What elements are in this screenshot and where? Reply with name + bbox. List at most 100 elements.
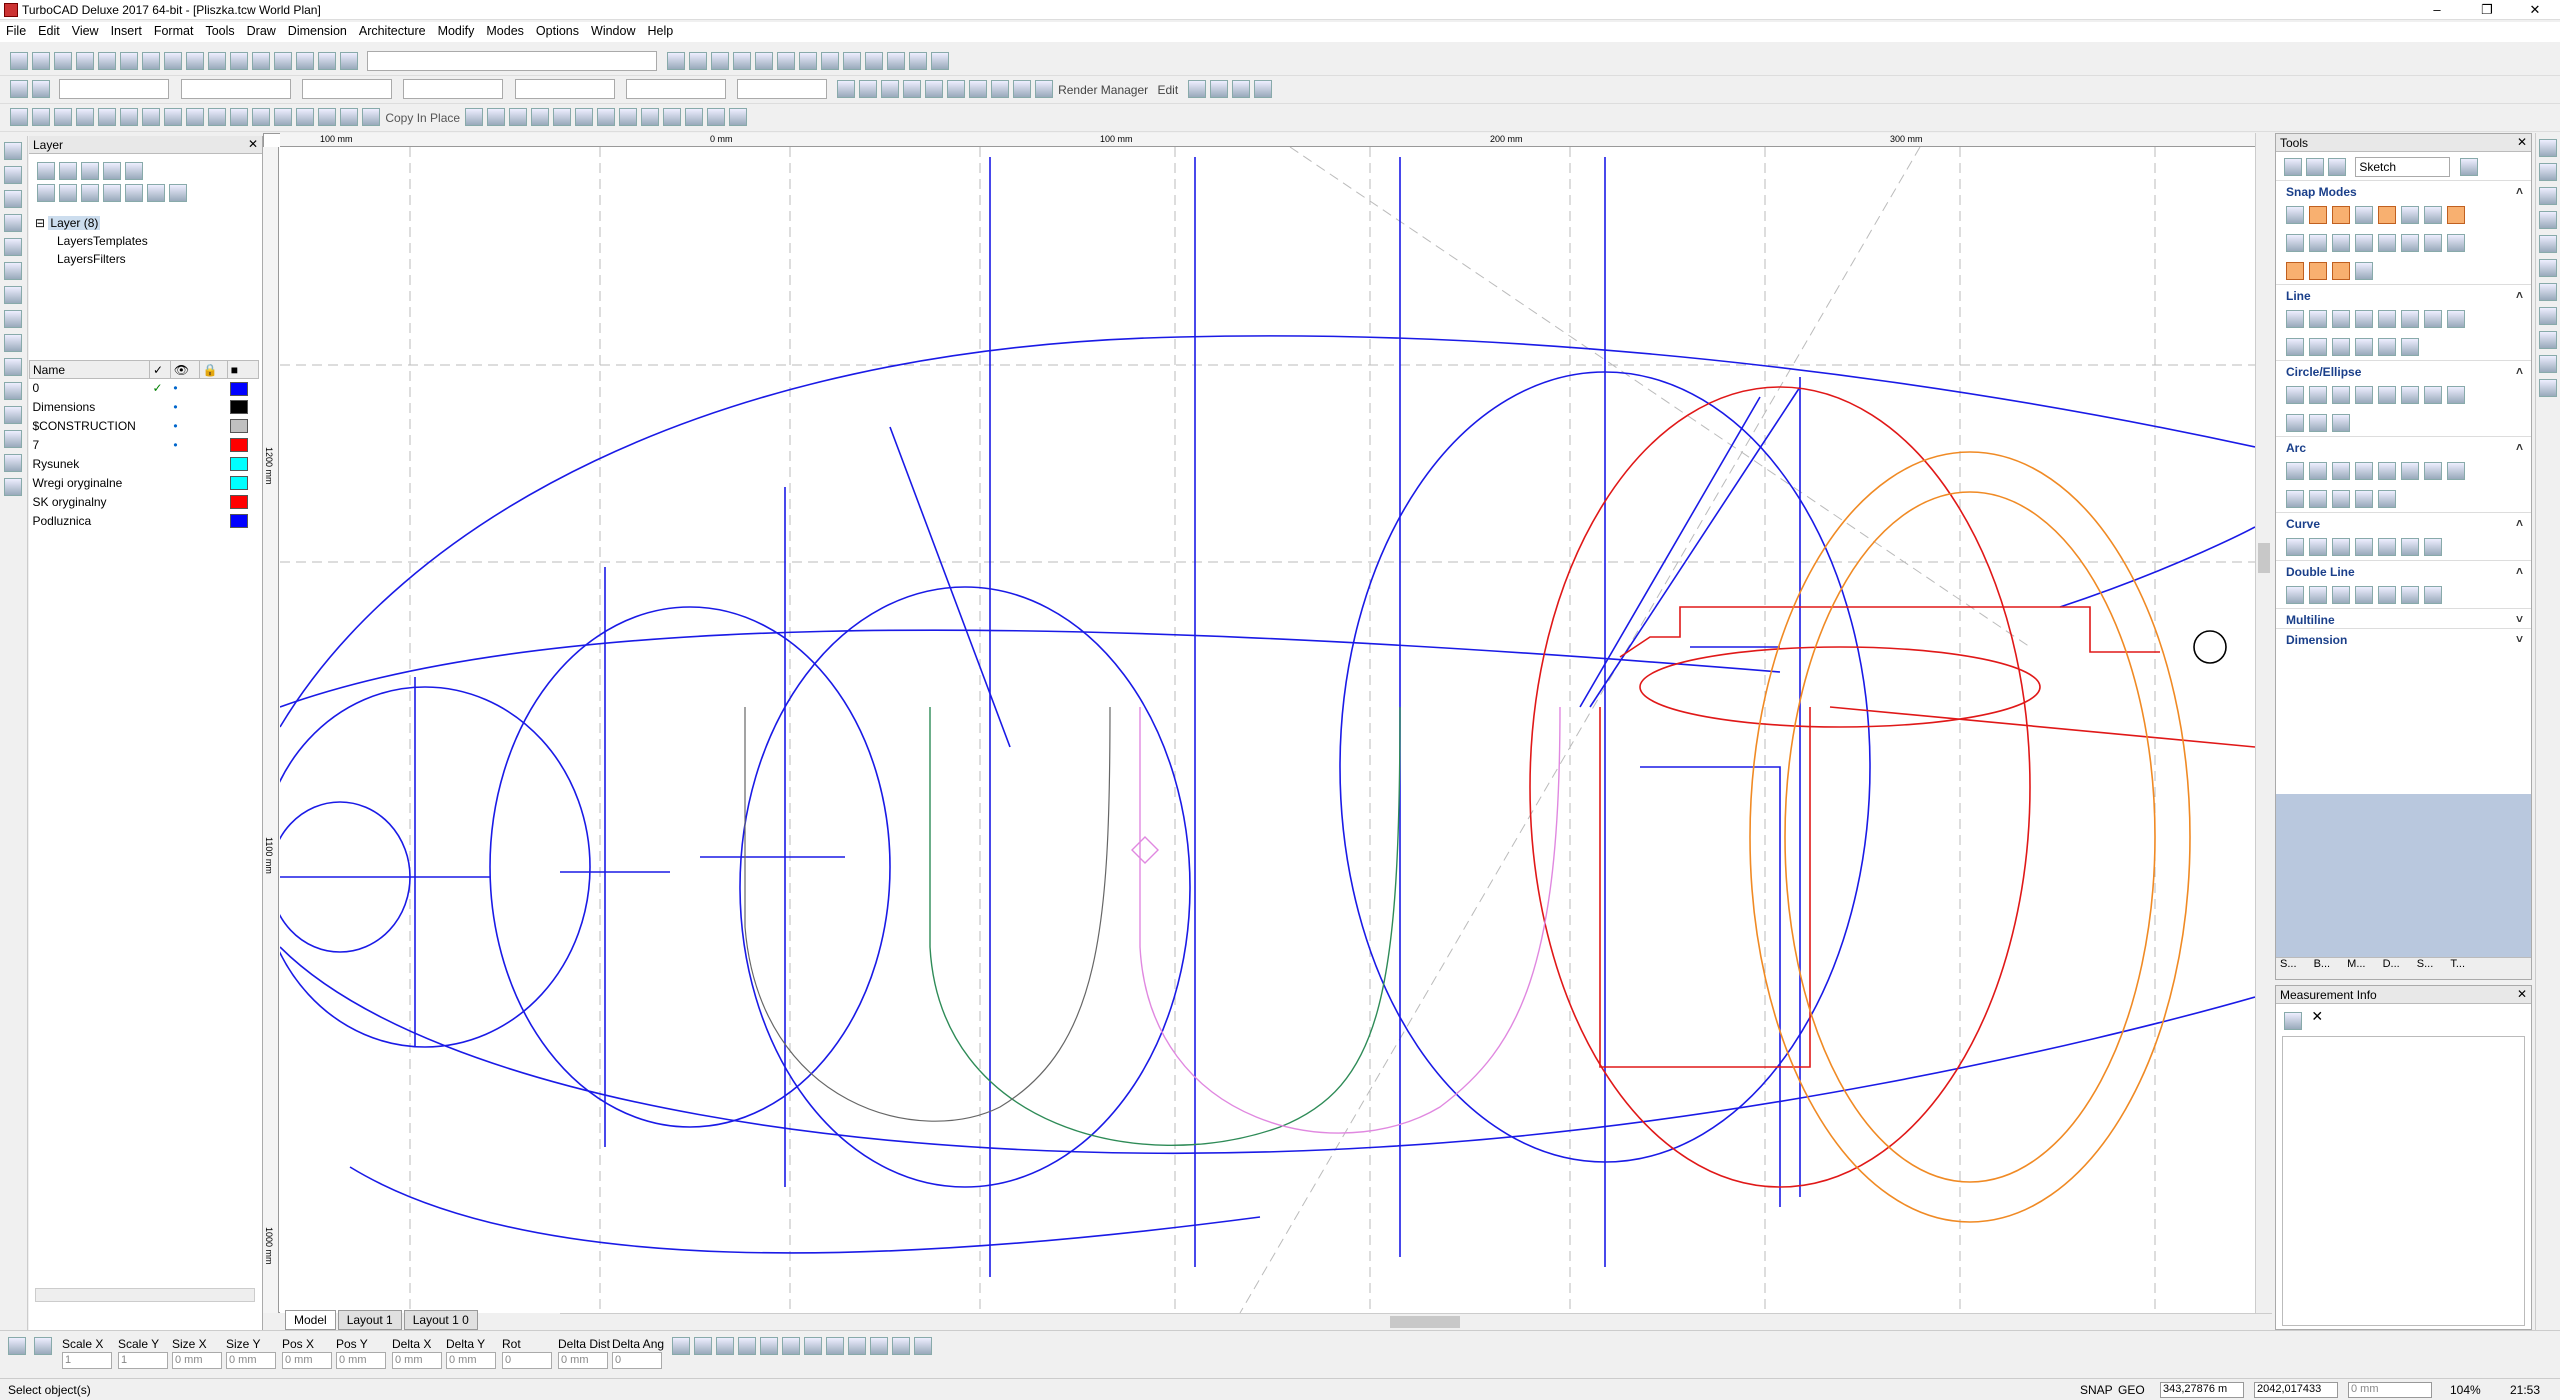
cut-icon[interactable] [120, 52, 138, 70]
restore-button[interactable]: ❐ [2464, 0, 2510, 20]
layer-color-swatch[interactable] [230, 514, 249, 529]
arc-elliptical-icon[interactable] [2401, 462, 2419, 480]
view-iso-icon[interactable] [930, 52, 949, 70]
design-director-icon[interactable] [2539, 211, 2557, 229]
dline-rect-icon[interactable] [2355, 586, 2373, 604]
section-multiline[interactable]: Multiline ˅ [2276, 608, 2531, 628]
command-line-input[interactable] [367, 51, 658, 71]
workplane-mode-icon[interactable] [782, 1337, 800, 1355]
brush-select[interactable] [626, 79, 727, 99]
extend-icon[interactable] [164, 108, 182, 126]
snap-tag-icon[interactable] [2355, 262, 2373, 280]
irregular-line-icon[interactable] [2378, 338, 2396, 356]
polar-mode-icon[interactable] [716, 1337, 734, 1355]
layer-row[interactable]: Wregi oryginalne [30, 474, 259, 493]
pan-icon[interactable] [1253, 80, 1272, 98]
section-snap-modes[interactable]: Snap Modes ˄ [2276, 180, 2531, 200]
delta-dist-field[interactable]: 0 mm [558, 1352, 608, 1369]
single-line-icon[interactable] [2286, 310, 2304, 328]
line-icon[interactable] [465, 108, 484, 126]
section-circle-ellipse[interactable]: Circle/Ellipse ˄ [2276, 360, 2531, 380]
freehand-icon[interactable] [2424, 538, 2442, 556]
circle-tangent-icon[interactable] [2355, 386, 2373, 404]
snap-tangent-icon[interactable] [2309, 234, 2327, 252]
curve-control-icon[interactable] [2355, 538, 2373, 556]
group-icon[interactable] [340, 108, 358, 126]
snap-toggle-icon[interactable] [666, 52, 685, 70]
draw-arc-icon[interactable] [4, 214, 22, 232]
vertical-scroll-thumb[interactable] [2258, 543, 2270, 573]
snap-reference-icon[interactable] [2309, 262, 2327, 280]
circle-multi-icon[interactable] [2332, 414, 2350, 432]
menu-options[interactable]: Options [530, 22, 585, 40]
menu-edit[interactable]: Edit [32, 22, 66, 40]
geo-indicator[interactable]: GEO [2118, 1383, 2145, 1397]
break-icon[interactable] [274, 108, 292, 126]
menu-file[interactable]: File [0, 22, 32, 40]
delta-x-field[interactable]: 0 mm [392, 1352, 442, 1369]
snap-free-icon[interactable] [2286, 206, 2304, 224]
palette-tab[interactable]: B... [2314, 958, 2331, 970]
palette-tab[interactable]: D... [2383, 958, 2400, 970]
render-tool-icon[interactable] [4, 406, 22, 424]
lineweight-select[interactable] [403, 79, 504, 99]
ellipse-arc-icon[interactable] [2286, 414, 2304, 432]
tree-root[interactable]: ⊟ Layer (8) [35, 214, 256, 232]
arc-tangent-icon[interactable] [2332, 462, 2350, 480]
tab-layout-1-0[interactable]: Layout 1 0 [403, 1310, 478, 1330]
circle-center-icon[interactable] [2286, 386, 2304, 404]
section-arc[interactable]: Arc ˄ [2276, 436, 2531, 456]
zoom-extents-icon[interactable] [296, 52, 314, 70]
materials-icon[interactable] [2539, 259, 2557, 277]
hatch-tool-icon[interactable] [4, 310, 22, 328]
color-icon[interactable] [32, 80, 50, 98]
rectangle-icon[interactable] [553, 108, 572, 126]
circle-3pt-icon[interactable] [2332, 386, 2350, 404]
arc-3pt-icon[interactable] [2309, 462, 2327, 480]
section-dimension[interactable]: Dimension ˅ [2276, 628, 2531, 648]
cameras-icon[interactable] [2539, 307, 2557, 325]
copy-mode-icon[interactable] [760, 1337, 778, 1355]
perp-line-icon[interactable] [2286, 338, 2304, 356]
menu-dimension[interactable]: Dimension [282, 22, 353, 40]
history-icon[interactable] [2539, 355, 2557, 373]
measurement-grid-icon[interactable] [2284, 1012, 2302, 1030]
size-x-field[interactable]: 0 mm [172, 1352, 222, 1369]
move-icon[interactable] [10, 108, 28, 126]
texture-icon[interactable] [1034, 80, 1053, 98]
layer-panel-scrollbar[interactable] [35, 1288, 255, 1302]
move-down-icon[interactable] [147, 184, 165, 202]
shaded-icon[interactable] [776, 52, 795, 70]
snap-grid-icon[interactable] [2286, 234, 2304, 252]
zoom-window-icon[interactable] [274, 52, 292, 70]
menu-modes[interactable]: Modes [480, 22, 530, 40]
snap-quadrant-icon[interactable] [2401, 206, 2419, 224]
render-manager-label[interactable]: Render Manager [1058, 83, 1148, 97]
material-icon[interactable] [1012, 80, 1031, 98]
layer-row[interactable]: $CONSTRUCTION • [30, 417, 259, 436]
inspector-close-icon[interactable] [8, 1337, 26, 1355]
ortho-mode-icon[interactable] [694, 1337, 712, 1355]
layer-row[interactable]: SK oryginalny [30, 493, 259, 512]
layer-color-swatch[interactable] [230, 419, 249, 434]
scene-icon[interactable] [1187, 80, 1206, 98]
close-icon[interactable]: ✕ [2517, 987, 2527, 1001]
color-select[interactable] [180, 79, 291, 99]
section-curve[interactable]: Curve ˄ [2276, 512, 2531, 532]
spiral-icon[interactable] [2401, 538, 2419, 556]
column-active-icon[interactable]: ✓ [149, 360, 171, 379]
revolve-icon[interactable] [968, 80, 987, 98]
properties-icon[interactable] [340, 52, 358, 70]
dline-icon[interactable] [2286, 586, 2304, 604]
polyline-icon[interactable] [487, 108, 506, 126]
arc-radius-icon[interactable] [2355, 490, 2373, 508]
layer-select[interactable] [59, 79, 170, 99]
snap-drawing-aid-icon[interactable] [2401, 234, 2419, 252]
helix-icon[interactable] [2378, 538, 2396, 556]
layer-color-swatch[interactable] [230, 476, 249, 491]
zoom-in-icon[interactable] [230, 52, 248, 70]
extrude-icon[interactable] [946, 80, 965, 98]
dline-circle-icon[interactable] [2332, 586, 2350, 604]
column-name[interactable]: Name [29, 360, 150, 379]
tree-item-templates[interactable]: LayersTemplates [35, 232, 256, 250]
